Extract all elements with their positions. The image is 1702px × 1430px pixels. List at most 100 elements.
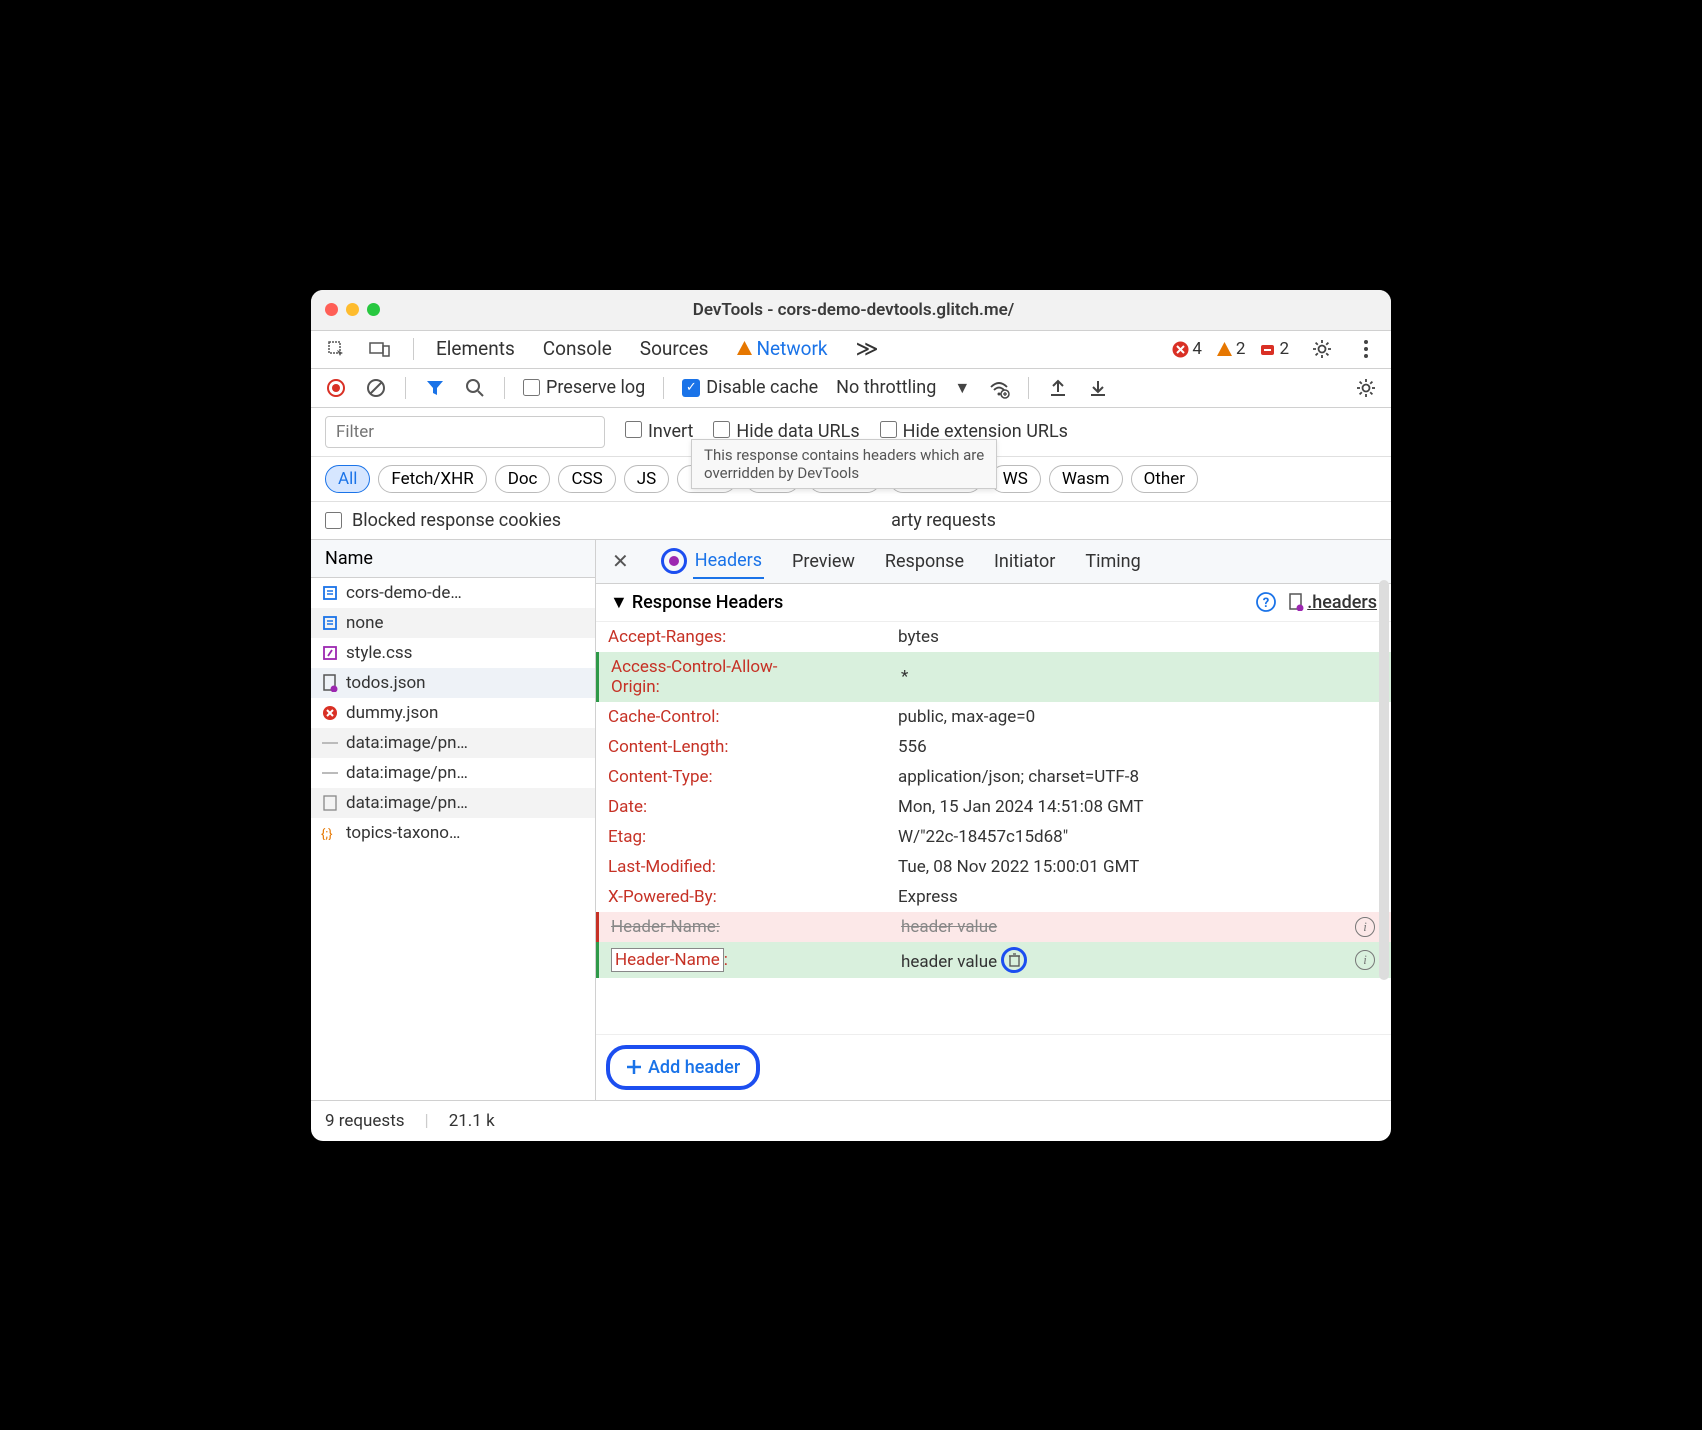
- request-name: todos.json: [346, 673, 426, 693]
- header-value: Tue, 08 Nov 2022 15:00:01 GMT: [898, 857, 1379, 877]
- third-party-label-tail: arty requests: [891, 510, 996, 531]
- device-icon[interactable]: [369, 338, 391, 360]
- close-detail-icon[interactable]: ✕: [606, 549, 635, 573]
- request-row[interactable]: style.css: [311, 638, 595, 668]
- header-name[interactable]: Header-Name:: [611, 950, 901, 970]
- header-row[interactable]: Cache-Control:public, max-age=0: [596, 702, 1391, 732]
- throttling-dropdown-icon[interactable]: ▼: [954, 378, 970, 398]
- window-title: DevTools - cors-demo-devtools.glitch.me/: [380, 300, 1327, 320]
- request-type-icon: {;}: [321, 824, 338, 841]
- add-header-container: Add header: [596, 1034, 1391, 1100]
- override-indicator-icon: [661, 548, 687, 574]
- throttling-select[interactable]: No throttling: [836, 377, 936, 398]
- header-row[interactable]: Last-Modified:Tue, 08 Nov 2022 15:00:01 …: [596, 852, 1391, 882]
- chip-ws[interactable]: WS: [990, 465, 1041, 493]
- blocked-cookies-checkbox[interactable]: [325, 512, 342, 529]
- header-row[interactable]: Access-Control-Allow-Origin:*: [596, 652, 1391, 702]
- info-icon[interactable]: i: [1355, 950, 1375, 970]
- preserve-log-checkbox[interactable]: Preserve log: [523, 377, 645, 398]
- clear-icon[interactable]: [365, 377, 387, 399]
- add-header-button[interactable]: Add header: [606, 1045, 760, 1090]
- request-row[interactable]: data:image/pn…: [311, 728, 595, 758]
- request-row[interactable]: cors-demo-de…: [311, 578, 595, 608]
- header-row[interactable]: Content-Length:556: [596, 732, 1391, 762]
- header-name: Etag:: [608, 827, 898, 847]
- headers-file-link[interactable]: .headers: [1288, 592, 1377, 613]
- inspect-icon[interactable]: [325, 338, 347, 360]
- download-har-icon[interactable]: [1087, 377, 1109, 399]
- header-row[interactable]: Header-Name:header valuei: [596, 942, 1391, 978]
- titlebar: DevTools - cors-demo-devtools.glitch.me/: [311, 290, 1391, 331]
- minimize-window-button[interactable]: [346, 303, 359, 316]
- tab-elements[interactable]: Elements: [436, 337, 515, 362]
- detail-tab-preview[interactable]: Preview: [790, 545, 857, 578]
- plus-icon: [626, 1059, 642, 1075]
- upload-har-icon[interactable]: [1047, 377, 1069, 399]
- header-row[interactable]: Accept-Ranges:bytes: [596, 622, 1391, 652]
- detail-tab-headers[interactable]: Headers: [693, 544, 764, 579]
- header-row[interactable]: Date:Mon, 15 Jan 2024 14:51:08 GMT: [596, 792, 1391, 822]
- chip-all[interactable]: All: [325, 465, 370, 493]
- invert-checkbox[interactable]: Invert: [625, 421, 693, 442]
- request-name: topics-taxono…: [346, 823, 460, 843]
- request-row[interactable]: dummy.json: [311, 698, 595, 728]
- chip-css[interactable]: CSS: [558, 465, 615, 493]
- section-title: Response Headers: [632, 592, 784, 613]
- response-headers-section-header[interactable]: ▼ Response Headers ? .headers: [596, 584, 1391, 622]
- search-icon[interactable]: [464, 377, 486, 399]
- tab-console[interactable]: Console: [543, 337, 612, 362]
- record-icon[interactable]: [325, 377, 347, 399]
- filter-input[interactable]: [325, 416, 605, 448]
- request-name: data:image/pn…: [346, 733, 468, 753]
- request-name: data:image/pn…: [346, 763, 468, 783]
- warning-count[interactable]: 2: [1216, 339, 1246, 359]
- header-row[interactable]: Header-Name:header valuei: [596, 912, 1391, 942]
- detail-tab-timing[interactable]: Timing: [1083, 545, 1142, 578]
- request-row[interactable]: {;} topics-taxono…: [311, 818, 595, 848]
- status-bar: 9 requests | 21.1 k: [311, 1100, 1391, 1141]
- maximize-window-button[interactable]: [367, 303, 380, 316]
- header-value[interactable]: header value: [901, 947, 1355, 973]
- request-type-icon: [321, 644, 338, 661]
- tabs-more-icon[interactable]: ≫: [856, 337, 879, 362]
- header-value: application/json; charset=UTF-8: [898, 767, 1379, 787]
- header-row[interactable]: X-Powered-By:Express: [596, 882, 1391, 912]
- request-name: cors-demo-de…: [346, 583, 462, 603]
- chip-js[interactable]: JS: [624, 465, 669, 493]
- file-override-icon: [1288, 593, 1304, 611]
- network-conditions-icon[interactable]: [988, 377, 1010, 399]
- disable-cache-checkbox[interactable]: ✓Disable cache: [682, 377, 818, 398]
- filter-icon[interactable]: [424, 377, 446, 399]
- chip-doc[interactable]: Doc: [495, 465, 551, 493]
- detail-tab-initiator[interactable]: Initiator: [992, 545, 1057, 578]
- svg-text:?: ?: [1263, 596, 1269, 611]
- name-column-header[interactable]: Name: [311, 540, 595, 578]
- collapse-triangle-icon[interactable]: ▼: [610, 592, 628, 613]
- request-row[interactable]: data:image/pn…: [311, 758, 595, 788]
- request-row[interactable]: data:image/pn…: [311, 788, 595, 818]
- request-type-icon: [321, 794, 338, 811]
- chip-wasm[interactable]: Wasm: [1049, 465, 1123, 493]
- request-row[interactable]: todos.json: [311, 668, 595, 698]
- close-window-button[interactable]: [325, 303, 338, 316]
- network-settings-gear-icon[interactable]: [1355, 377, 1377, 399]
- help-icon[interactable]: ?: [1256, 592, 1276, 612]
- request-row[interactable]: none: [311, 608, 595, 638]
- detail-tab-response[interactable]: Response: [883, 545, 966, 578]
- header-value: W/"22c-18457c15d68": [898, 827, 1379, 847]
- info-icon[interactable]: i: [1355, 917, 1375, 937]
- settings-gear-icon[interactable]: [1311, 338, 1333, 360]
- tab-sources[interactable]: Sources: [640, 337, 709, 362]
- tab-network[interactable]: Network: [736, 337, 827, 362]
- delete-header-icon[interactable]: [1001, 947, 1027, 973]
- kebab-menu-icon[interactable]: [1355, 338, 1377, 360]
- header-row[interactable]: Etag:W/"22c-18457c15d68": [596, 822, 1391, 852]
- scrollbar[interactable]: [1379, 580, 1389, 980]
- error-count[interactable]: 4: [1172, 339, 1202, 359]
- issue-count[interactable]: 2: [1259, 339, 1289, 359]
- request-list: cors-demo-de… nonestyle.css todos.json dumm…: [311, 578, 595, 1100]
- chip-fetch-xhr[interactable]: Fetch/XHR: [378, 465, 486, 493]
- devtools-window: DevTools - cors-demo-devtools.glitch.me/…: [311, 290, 1391, 1141]
- header-row[interactable]: Content-Type:application/json; charset=U…: [596, 762, 1391, 792]
- chip-other[interactable]: Other: [1131, 465, 1198, 493]
